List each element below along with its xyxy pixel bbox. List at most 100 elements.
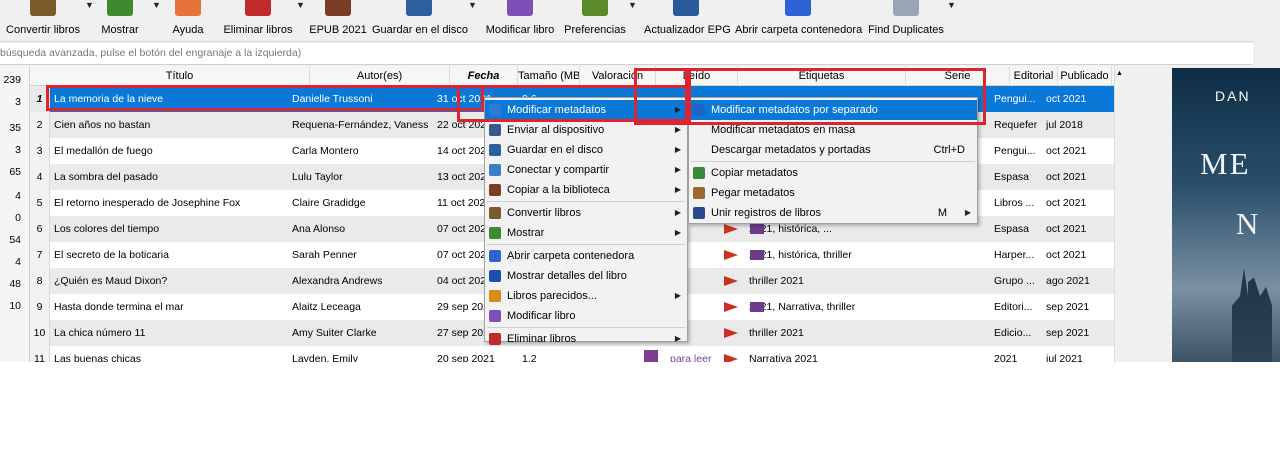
cell-published: oct 2021 [1046,93,1087,105]
cell-published: jul 2021 [1046,353,1083,362]
submenu-arrow-icon: ▶ [674,291,681,300]
submenu-arrow-icon: ▶ [674,145,681,154]
context_menu-item[interactable]: Libros parecidos... ▶ [485,286,687,306]
submenu-item-label: Copiar metadatos [711,167,798,179]
submenu-arrow-icon: ▶ [674,105,681,114]
context_menu-item[interactable]: Mostrar detalles del libro [485,266,687,286]
cell-published: sep 2021 [1046,301,1090,313]
context_menu-item[interactable]: Modificar libro [485,306,687,326]
tag-castle-icon [750,302,764,312]
scroll-up-arrow-icon[interactable]: ▲ [1116,70,1123,77]
toolbar-button-0[interactable]: Convertir libros [3,0,83,42]
submenu-item-label: Unir registros de libros [711,207,822,219]
cell-published: jul 2018 [1046,119,1083,131]
context_menu-item-label: Modificar libro [507,310,576,322]
column-header-2[interactable]: Fecha [450,66,518,86]
context_menu-item[interactable]: Abrir carpeta contenedora [485,246,687,266]
dropdown-arrow-icon[interactable]: ▼ [468,0,478,14]
book-cover-preview[interactable]: DAN ME N [1172,68,1280,362]
shortcut-label: Ctrl+D [933,144,965,156]
cover-title-line1: ME [1200,146,1251,181]
toolbar-button-4[interactable]: EPUB 2021 [308,0,368,42]
toolbar-button-6[interactable]: Modificar libro [484,0,556,42]
main-toolbar: Convertir libros ▼ Mostrar ▼ Ayuda Eliminar l… [0,0,1253,42]
cell-editorial: Pengui... [994,145,1036,157]
context_menu-item[interactable]: Conectar y compartir ▶ [485,160,687,180]
cell-title: Cien años no bastan [54,119,151,131]
menu-separator [487,327,685,328]
submenu-item[interactable]: Descargar metadatos y portadas Ctrl+D [689,140,977,160]
cover-castle-illustration [1232,268,1272,362]
find-duplicates-icon [893,0,919,16]
tag-count: 3 [15,96,21,108]
tag-count: 65 [9,166,21,178]
cell-editorial: Libros ... [994,197,1035,209]
row-number: 3 [30,138,50,164]
column-header-0[interactable]: Título [50,66,310,86]
save-disk-icon [489,144,501,156]
edit-book-icon [489,310,501,322]
submenu-item-label: Descargar metadatos y portadas [711,144,871,156]
toolbar-button-5[interactable]: Guardar en el disco [372,0,468,42]
cell-author: Alexandra Andrews [292,275,383,287]
epg-updater-icon [673,0,699,16]
dropdown-arrow-icon[interactable]: ▼ [152,0,162,14]
context_menu-item[interactable]: Convertir libros ▶ [485,203,687,223]
cell-title: Los colores del tiempo [54,223,160,235]
cell-author: Carla Montero [292,145,359,157]
context_menu-item[interactable]: Enviar al dispositivo ▶ [485,120,687,140]
column-header-7[interactable]: Serie [906,66,1010,86]
dropdown-arrow-icon[interactable]: ▼ [296,0,306,14]
tag-count: 239 [3,74,21,86]
tag-flag-icon [724,276,738,286]
delete-books-icon [489,333,501,345]
submenu-item[interactable]: Pegar metadatos [689,183,977,203]
toolbar-button-7[interactable]: Preferencias [564,0,626,42]
context_menu-item[interactable]: Copiar a la biblioteca ▶ [485,180,687,200]
menu-separator [487,244,685,245]
tag-flag-icon [724,250,738,260]
toolbar-button-label: Ayuda [172,24,204,36]
column-header-4[interactable]: Valoración [580,66,656,86]
tag-flag-icon [724,224,738,234]
folder-icon [785,0,811,16]
toolbar-button-9[interactable]: Abrir carpeta contenedora [735,0,862,42]
column-header-6[interactable]: Etiquetas [738,66,906,86]
cell-tags: 2021, histórica, thriller [749,249,852,261]
submenu-item[interactable]: Copiar metadatos [689,163,977,183]
submenu-arrow-icon: ▶ [674,125,681,134]
dropdown-arrow-icon[interactable]: ▼ [947,0,957,14]
cell-author: Layden, Emily [292,353,358,362]
context_menu-item[interactable]: Modificar metadatos ▶ [485,100,687,120]
column-header-1[interactable]: Autor(es) [310,66,450,86]
cell-author: Alaitz Leceaga [292,301,361,313]
submenu-item[interactable]: Unir registros de libros M ▶ [689,203,977,223]
preferences-tools-icon [582,0,608,16]
table-scrollbar[interactable]: ▲ [1114,66,1124,362]
toolbar-button-label: Convertir libros [6,24,80,36]
cell-title: La sombra del pasado [54,171,158,183]
column-header-3[interactable]: Tamaño (MB) [518,66,580,86]
toolbar-button-1[interactable]: Mostrar [90,0,150,42]
column-header-8[interactable]: Editorial [1010,66,1058,86]
context_menu-item[interactable]: Eliminar libros ▶ [485,329,687,349]
toolbar-button-8[interactable]: Actualizador EPG [644,0,731,42]
submenu-item[interactable]: Modificar metadatos por separado [689,100,977,120]
search-hint[interactable]: búsqueda avanzada, pulse el botón del en… [0,43,1253,65]
column-header-5[interactable]: Leído [656,66,738,86]
toolbar-button-3[interactable]: Eliminar libros [222,0,294,42]
submenu-item[interactable]: Modificar metadatos en masa [689,120,977,140]
context_menu-item-label: Enviar al dispositivo [507,124,605,136]
toolbar-button-10[interactable]: Find Duplicates [867,0,945,42]
cell-title: La chica número 11 [54,327,146,339]
context_menu-item[interactable]: Mostrar ▶ [485,223,687,243]
context_menu-item-label: Modificar metadatos [507,104,607,116]
column-header-9[interactable]: Publicado [1058,66,1112,86]
context_menu-item[interactable]: Guardar en el disco ▶ [485,140,687,160]
view-book-icon [107,0,133,16]
similar-books-icon [489,290,501,302]
toolbar-button-2[interactable]: Ayuda [168,0,208,42]
cover-title-line2: N [1236,206,1259,241]
dropdown-arrow-icon[interactable]: ▼ [628,0,638,14]
cell-editorial: Espasa [994,171,1030,183]
